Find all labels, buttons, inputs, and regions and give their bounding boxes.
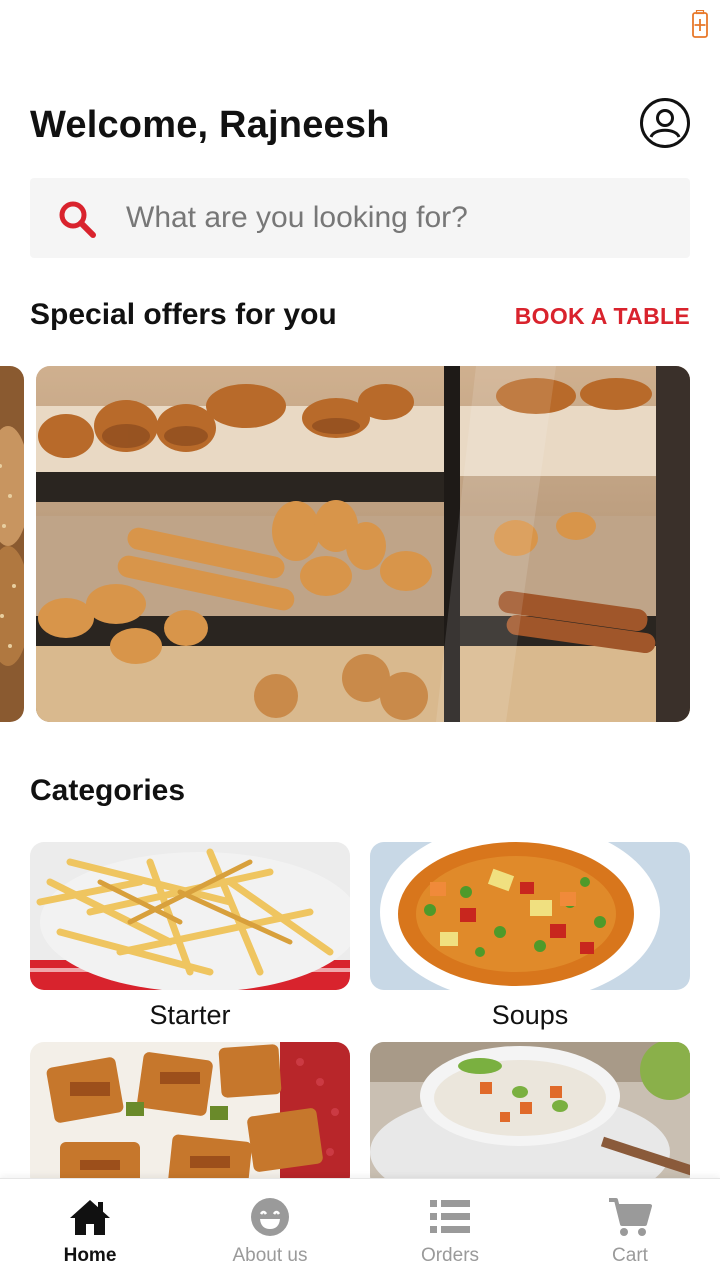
offer-slide-bakery[interactable] [36, 366, 690, 722]
category-image-tikka [30, 1042, 350, 1190]
category-card-tikka[interactable] [30, 1042, 350, 1200]
nav-label-orders: Orders [420, 1245, 480, 1266]
nav-item-orders[interactable]: Orders [360, 1179, 540, 1280]
category-label-soups: Soups [491, 1000, 569, 1030]
status-bar [0, 0, 720, 50]
user-icon [649, 109, 681, 138]
offers-section-title: Special offers for you [30, 298, 337, 331]
profile-button[interactable] [640, 98, 690, 148]
offers-carousel[interactable] [0, 366, 720, 724]
category-image-raita [370, 1042, 690, 1190]
cart-icon [609, 1198, 652, 1236]
bakery-display-image [36, 366, 690, 722]
nav-item-home[interactable]: Home [0, 1179, 180, 1280]
welcome-title: Welcome, Rajneesh [30, 104, 390, 146]
category-image-soups [370, 842, 690, 990]
category-label-starter: Starter [149, 1000, 231, 1030]
category-card-raita[interactable] [370, 1042, 690, 1200]
search-icon [59, 201, 96, 238]
home-icon [70, 1200, 110, 1235]
book-table-button[interactable]: BOOK A TABLE [515, 303, 690, 330]
nav-label-cart: Cart [612, 1245, 648, 1266]
nav-item-cart[interactable]: Cart [540, 1179, 720, 1280]
search-input[interactable] [126, 178, 666, 258]
nav-label-about: About us [232, 1245, 308, 1266]
bottom-navigation: Home About us Orders Cart [0, 1178, 720, 1280]
battery-charging-icon [692, 10, 708, 38]
nav-item-about[interactable]: About us [180, 1179, 360, 1280]
categories-section-title: Categories [30, 774, 186, 807]
nav-label-home: Home [63, 1245, 117, 1266]
search-bar[interactable] [30, 178, 690, 258]
category-card-starter[interactable]: Starter [30, 842, 350, 1031]
list-icon [430, 1200, 470, 1233]
smiley-icon [251, 1198, 289, 1236]
bread-image [0, 366, 24, 722]
header: Welcome, Rajneesh [30, 96, 690, 156]
offer-slide-previous[interactable] [0, 366, 24, 722]
category-card-soups[interactable]: Soups [370, 842, 690, 1031]
category-image-starter [30, 842, 350, 990]
